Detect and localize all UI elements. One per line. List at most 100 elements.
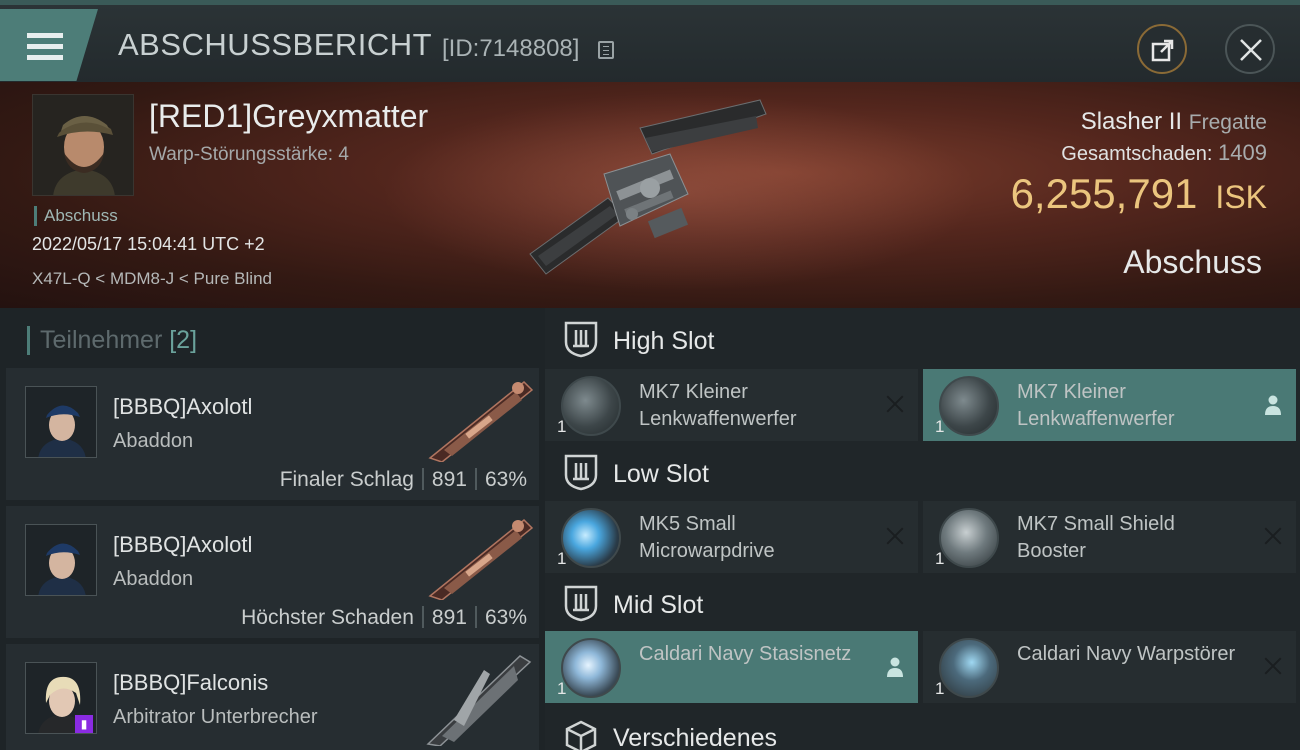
cargo-box-icon: [565, 720, 597, 750]
destroyed-icon: [1262, 655, 1284, 677]
participants-panel: Teilnehmer [2] [BBBQ]Axolotl Abaddon Fin…: [0, 308, 545, 750]
mid-slot-icon: [564, 585, 598, 622]
module-quantity: 1: [935, 549, 945, 568]
module-item[interactable]: 1 Caldari Navy Warpstörer: [923, 631, 1296, 703]
shield-booster-icon: [939, 508, 999, 568]
result-label: Abschuss: [1123, 244, 1262, 280]
attacker-role: Höchster Schaden: [241, 606, 414, 629]
slot-label: Verschiedenes: [613, 724, 778, 750]
victim-name[interactable]: [RED1]Greyxmatter: [149, 98, 428, 135]
isk-value-line: 6,255,791 ISK: [1011, 170, 1267, 218]
ship-name: Slasher II: [1080, 108, 1183, 135]
module-item[interactable]: 1 MK5 Small Microwarpdrive: [545, 501, 918, 573]
divider: [421, 606, 424, 628]
isk-unit: ISK: [1215, 179, 1267, 215]
attacker-ship-image: [426, 655, 532, 746]
menu-icon-bar: [27, 55, 63, 60]
kill-location[interactable]: X47L-Q < MDM8-J < Pure Blind: [32, 269, 272, 289]
victim-panel: [RED1]Greyxmatter Warp-Störungsstärke: 4…: [0, 82, 1300, 308]
attacker-damage: 891: [431, 606, 467, 629]
slot-label: Low Slot: [613, 460, 709, 488]
slot-header-low: Low Slot: [545, 441, 1300, 503]
module-quantity: 1: [557, 417, 567, 436]
attacker-ship-image: [428, 380, 534, 462]
attacker-role: Finaler Schlag: [279, 468, 414, 491]
isk-value: 6,255,791: [1010, 170, 1198, 217]
destroyed-icon: [1262, 525, 1284, 547]
divider: [474, 468, 477, 490]
close-icon: [1240, 39, 1262, 61]
kill-datetime: 2022/05/17 15:04:41 UTC +2: [32, 234, 265, 254]
module-item[interactable]: 1 MK7 Kleiner Lenkwaffenwerfer: [545, 369, 918, 441]
module-item[interactable]: 1 Caldari Navy Stasisnetz: [545, 631, 918, 703]
slot-header-mid: Mid Slot: [545, 572, 1300, 634]
module-quantity: 1: [557, 549, 567, 568]
pilot-avatar-icon: [26, 525, 96, 595]
fitting-panel: High Slot 1 MK7 Kleiner Lenkwaffenwerfer…: [545, 308, 1300, 750]
menu-icon: [27, 33, 63, 38]
dropped-item-icon: [1265, 395, 1281, 415]
close-button[interactable]: [1225, 24, 1275, 74]
attacker-stats: Höchster Schaden 891 63%: [241, 606, 527, 630]
attacker-name: [BBBQ]Axolotl: [113, 532, 253, 557]
attacker-name: [BBBQ]Axolotl: [113, 394, 253, 419]
attacker-portrait[interactable]: [25, 386, 97, 458]
module-name: Caldari Navy Stasisnetz: [639, 643, 852, 665]
module-item[interactable]: 1 MK7 Kleiner Lenkwaffenwerfer: [923, 369, 1296, 441]
victim-ship-image: [529, 99, 767, 275]
pilot-avatar-icon: [26, 387, 96, 457]
module-name: MK7 Kleiner Lenkwaffenwerfer: [639, 381, 797, 430]
share-icon: [1151, 39, 1174, 62]
faction-badge-icon: ▮: [75, 715, 93, 733]
module-quantity: 1: [935, 417, 945, 436]
slot-header-high: High Slot: [545, 308, 1300, 370]
kill-type-tag: Abschuss: [34, 206, 118, 226]
attacker-percent: 63%: [484, 468, 527, 491]
damage-label: Gesamtschaden:: [1061, 143, 1213, 165]
attacker-card[interactable]: [BBBQ]Axolotl Abaddon Höchster Schaden 89…: [6, 506, 539, 638]
attacker-card[interactable]: [BBBQ]Axolotl Abaddon Finaler Schlag 891 6…: [6, 368, 539, 500]
page-title: ABSCHUSSBERICHT: [118, 27, 433, 62]
stasis-web-icon: [561, 638, 621, 698]
slot-label: Mid Slot: [613, 591, 704, 619]
damage-value: 1409: [1218, 140, 1267, 165]
attacker-ship: Arbitrator Unterbrecher: [113, 706, 318, 728]
total-damage: Gesamtschaden: 1409: [1061, 140, 1267, 166]
module-name: MK7 Kleiner Lenkwaffenwerfer: [1017, 381, 1175, 430]
divider: [474, 606, 477, 628]
attacker-portrait[interactable]: ▮: [25, 662, 97, 734]
victim-ship[interactable]: Slasher II Fregatte: [1081, 108, 1267, 136]
divider: [421, 468, 424, 490]
kill-id: [ID:7148808]: [442, 35, 580, 62]
menu-button[interactable]: [0, 9, 98, 81]
destroyed-icon: [884, 393, 906, 415]
module-quantity: 1: [557, 679, 567, 698]
pilot-avatar-icon: [33, 95, 133, 195]
module-name: MK5 Small Microwarpdrive: [639, 513, 775, 562]
attacker-card[interactable]: ▮ [BBBQ]Falconis Arbitrator Unterbrecher: [6, 644, 539, 750]
module-name: MK7 Small Shield Booster: [1017, 513, 1175, 562]
menu-icon-gap: [24, 39, 30, 44]
participants-title-text: Teilnehmer: [40, 326, 163, 354]
menu-icon-bar: [27, 44, 63, 49]
share-button[interactable]: [1137, 24, 1187, 74]
microwarpdrive-icon: [561, 508, 621, 568]
ship-class: Fregatte: [1188, 111, 1267, 134]
attacker-name: [BBBQ]Falconis: [113, 670, 269, 695]
attacker-percent: 63%: [484, 606, 527, 629]
attacker-ship: Abaddon: [113, 430, 194, 452]
attacker-portrait[interactable]: [25, 524, 97, 596]
warp-disruption-strength: Warp-Störungsstärke: 4: [149, 144, 349, 165]
attacker-ship: Abaddon: [113, 568, 194, 590]
slot-header-misc: Verschiedenes: [545, 708, 1300, 750]
attacker-ship-image: [428, 518, 534, 600]
participants-title: Teilnehmer [2]: [27, 326, 197, 355]
header-bar: ABSCHUSSBERICHT [ID:7148808]: [0, 0, 1300, 82]
copy-icon[interactable]: [598, 41, 614, 59]
launcher-icon: [561, 376, 621, 436]
module-item[interactable]: 1 MK7 Small Shield Booster: [923, 501, 1296, 573]
warp-disruptor-icon: [939, 638, 999, 698]
victim-portrait[interactable]: [32, 94, 134, 196]
high-slot-icon: [564, 321, 598, 358]
launcher-icon: [939, 376, 999, 436]
